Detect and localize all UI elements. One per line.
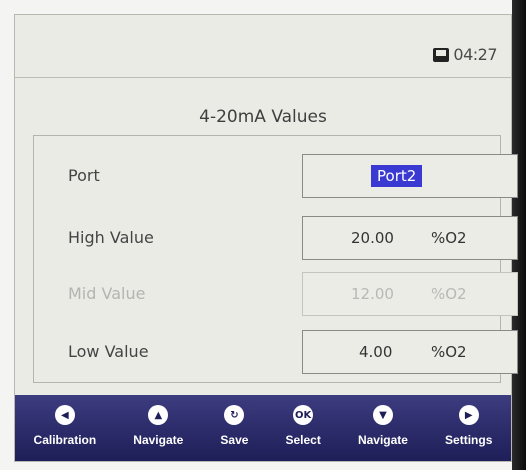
port-label: Port xyxy=(68,166,100,185)
softkey-label: Navigate xyxy=(357,433,408,447)
softkey-bar: ◀ Calibration ▲ Navigate ↻ Save OK Selec… xyxy=(15,395,511,461)
select-softkey[interactable]: OK Select xyxy=(286,395,321,447)
arrow-down-icon: ▼ xyxy=(372,405,393,425)
high-value-field[interactable]: 20.00 %O2 xyxy=(302,216,518,260)
clock: 04:27 xyxy=(453,45,497,64)
arrow-left-icon: ◀ xyxy=(54,405,75,425)
softkey-label: Save xyxy=(220,433,249,447)
refresh-icon: ↻ xyxy=(224,405,245,425)
low-value-field[interactable]: 4.00 %O2 xyxy=(302,330,518,374)
mid-value-label: Mid Value xyxy=(68,284,146,303)
port-selected-value[interactable]: Port2 xyxy=(371,165,423,187)
high-value-unit: %O2 xyxy=(431,229,467,247)
low-value-unit: %O2 xyxy=(431,343,467,361)
page-title: 4-20mA Values xyxy=(199,107,327,127)
status-bar: 04:27 xyxy=(15,15,511,78)
device-screen: 04:27 4-20mA Values Port Port2 High Valu… xyxy=(14,14,518,462)
softkey-label: Calibration xyxy=(33,433,97,447)
values-panel: Port Port2 High Value 20.00 %O2 Mid Valu… xyxy=(33,135,518,383)
arrow-up-icon: ▲ xyxy=(148,405,169,425)
save-softkey[interactable]: ↻ Save xyxy=(220,395,248,447)
mid-value-field: 12.00 %O2 xyxy=(302,272,518,316)
high-value-label: High Value xyxy=(68,228,154,247)
low-value-label: Low Value xyxy=(68,342,149,361)
softkey-label: Navigate xyxy=(133,433,184,447)
navigate-up-softkey[interactable]: ▲ Navigate xyxy=(133,395,183,447)
ok-icon: OK xyxy=(293,405,314,425)
softkey-label: Select xyxy=(285,433,321,447)
settings-softkey[interactable]: ▶ Settings xyxy=(445,395,492,447)
mid-value-number: 12.00 xyxy=(351,285,394,303)
calibration-softkey[interactable]: ◀ Calibration xyxy=(33,395,97,447)
low-value-number: 4.00 xyxy=(359,343,393,361)
navigate-down-softkey[interactable]: ▼ Navigate xyxy=(358,395,408,447)
port-field[interactable]: Port2 xyxy=(302,154,518,198)
arrow-right-icon: ▶ xyxy=(458,405,479,425)
softkey-label: Settings xyxy=(445,433,493,447)
status-indicators: 04:27 xyxy=(433,45,497,64)
mid-value-unit: %O2 xyxy=(431,285,467,303)
high-value-number: 20.00 xyxy=(351,229,394,247)
sd-card-icon xyxy=(433,47,450,62)
